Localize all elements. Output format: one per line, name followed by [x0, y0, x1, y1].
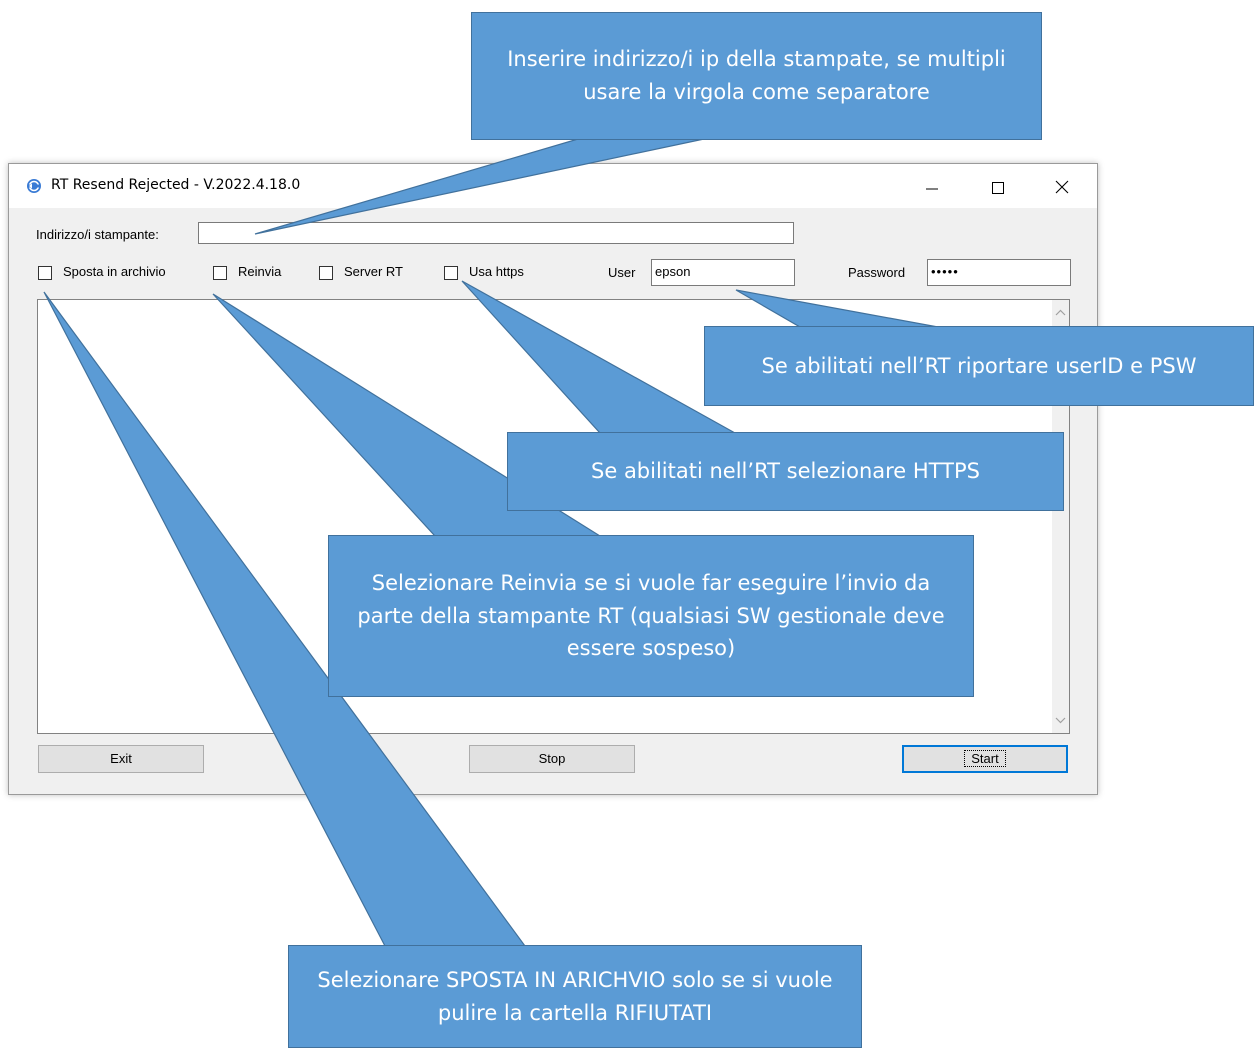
exit-button[interactable]: Exit [38, 745, 204, 773]
server-rt-checkbox[interactable] [319, 266, 333, 280]
ip-callout: Inserire indirizzo/i ip della stampate, … [471, 12, 1042, 140]
window-title: RT Resend Rejected - V.2022.4.18.0 [51, 177, 301, 193]
scroll-down-icon[interactable] [1052, 712, 1069, 729]
password-label: Password [848, 265, 906, 280]
server-rt-checkbox-label[interactable]: Server RT [344, 264, 403, 279]
maximize-icon [992, 182, 1004, 194]
scroll-up-icon[interactable] [1052, 304, 1069, 321]
close-button[interactable] [1039, 172, 1085, 202]
archive-callout: Selezionare SPOSTA IN ARICHVIO solo se s… [288, 945, 862, 1048]
resend-callout: Selezionare Reinvia se si vuole far eseg… [328, 535, 974, 697]
printer-address-input[interactable] [198, 222, 794, 244]
credentials-callout: Se abilitati nell’RT riportare userID e … [704, 326, 1254, 406]
minimize-icon [926, 188, 938, 190]
user-input[interactable]: epson [651, 259, 795, 286]
start-button[interactable]: Start [902, 745, 1068, 773]
minimize-button[interactable] [909, 172, 955, 202]
archive-checkbox[interactable] [38, 266, 52, 280]
printer-address-label: Indirizzo/i stampante: [36, 227, 159, 242]
title-bar[interactable]: RT Resend Rejected - V.2022.4.18.0 [9, 164, 1097, 208]
archive-checkbox-label[interactable]: Sposta in archivio [63, 264, 166, 279]
start-button-label: Start [964, 750, 1006, 767]
maximize-button[interactable] [975, 172, 1021, 202]
https-checkbox[interactable] [444, 266, 458, 280]
resend-checkbox-label[interactable]: Reinvia [238, 264, 281, 279]
https-checkbox-label[interactable]: Usa https [469, 264, 524, 279]
stop-button[interactable]: Stop [469, 745, 635, 773]
user-label: User [608, 265, 636, 280]
app-refresh-icon [27, 179, 41, 193]
https-callout: Se abilitati nell’RT selezionare HTTPS [507, 432, 1064, 511]
resend-checkbox[interactable] [213, 266, 227, 280]
password-input[interactable]: ••••• [927, 259, 1071, 286]
close-icon [1055, 180, 1069, 194]
